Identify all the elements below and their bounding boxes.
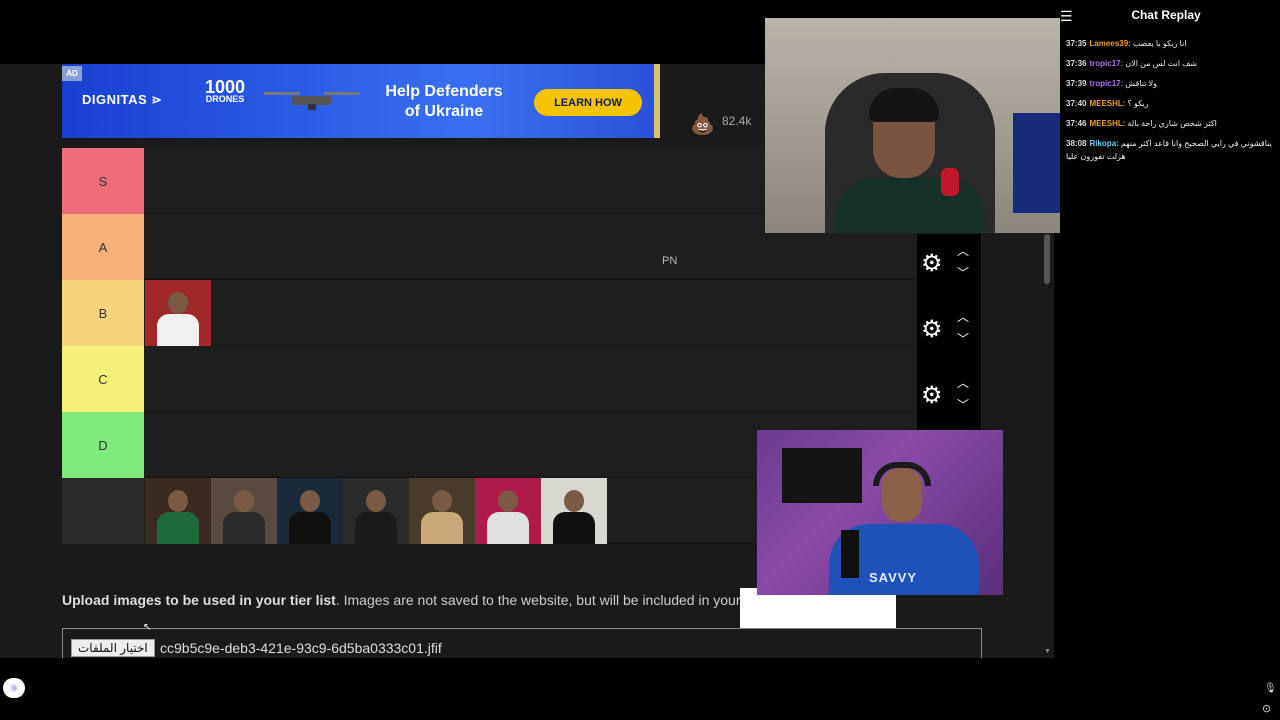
microphone — [841, 530, 859, 578]
tier-items — [145, 478, 607, 544]
tier-label[interactable]: B — [62, 280, 144, 346]
ad-headline: Help Defenders of Ukraine — [374, 82, 514, 122]
chat-message: 37:46 MEESHL: اكثر شخص شاري راحة بالة — [1066, 117, 1272, 130]
message-time: 38:08 — [1066, 139, 1087, 148]
tier-label[interactable]: S — [62, 148, 144, 214]
message-username[interactable]: MEESHL: — [1089, 99, 1125, 108]
message-time: 37:36 — [1066, 59, 1087, 68]
tier-image[interactable] — [145, 478, 211, 544]
selected-file-name: cc9b5c9e-deb3-421e-93c9-6d5ba0333c01.jfi… — [160, 640, 442, 656]
message-time: 37:46 — [1066, 119, 1087, 128]
chat-message: 37:40 MEESHL: ريكو ؟ — [1066, 97, 1272, 110]
message-time: 37:39 — [1066, 79, 1087, 88]
chat-message: 37:39 tropic17: ولا تناقش — [1066, 77, 1272, 90]
learn-how-button[interactable]: LEARN HOW — [534, 89, 642, 116]
upload-description: . Images are not saved to the website, b… — [335, 592, 741, 608]
message-text: ولا تناقش — [1125, 79, 1158, 88]
app-icon[interactable]: ⚛ — [3, 678, 25, 698]
message-username[interactable]: MEESHL: — [1089, 119, 1125, 128]
webcam-guest: SAVVY — [757, 430, 1003, 595]
chevron-up-icon[interactable]: ︿ — [957, 308, 969, 325]
tier-label[interactable]: C — [62, 346, 144, 412]
microphone — [941, 168, 959, 196]
upload-heading: Upload images to be used in your tier li… — [62, 592, 336, 608]
chevron-down-icon[interactable]: ﹀ — [957, 330, 969, 347]
ad-headline-line2: of Ukraine — [404, 103, 484, 120]
message-text: اكثر شخص شاري راحة بالة — [1127, 119, 1217, 128]
ad-brand-name: DIGNITAS — [82, 92, 148, 107]
chat-message: 37:35 Lamees39: انا ريكو يا يعصب — [1066, 37, 1272, 50]
chat-replay-panel: ☰ Chat Replay 37:35 Lamees39: انا ريكو يا … — [1060, 0, 1280, 720]
gear-icon[interactable]: ⚙ — [921, 384, 943, 408]
tier-row: B — [62, 280, 982, 346]
television — [782, 448, 862, 503]
scrollbar[interactable] — [1044, 234, 1050, 284]
overlay-text: PN — [662, 255, 678, 267]
tier-image[interactable] — [475, 478, 541, 544]
stream-frame: AD DIGNITAS ⋗ 1000 DRONES Help Defenders of… — [0, 0, 1280, 720]
tier-image[interactable] — [409, 478, 475, 544]
upload-instructions: Upload images to be used in your tier li… — [62, 592, 741, 608]
chevron-up-icon[interactable]: ︿ — [957, 374, 969, 391]
banner-flag — [1013, 113, 1060, 213]
headset-icon — [873, 462, 931, 486]
message-time: 37:35 — [1066, 39, 1087, 48]
settings-icon[interactable]: ⊙ — [1262, 702, 1271, 715]
tier-label[interactable] — [62, 478, 144, 544]
tier-image[interactable] — [277, 478, 343, 544]
poop-icon[interactable]: 💩 — [690, 112, 715, 137]
tier-control-c: ⚙ ︿ ﹀ — [917, 366, 981, 432]
message-time: 37:40 — [1066, 99, 1087, 108]
tier-image[interactable] — [541, 478, 607, 544]
ad-drones-logo: 1000 DRONES — [195, 78, 255, 104]
ad-brand: DIGNITAS ⋗ — [82, 92, 163, 108]
tier-row: C — [62, 346, 982, 412]
scroll-down-icon[interactable]: ▼ — [1044, 648, 1051, 655]
message-username[interactable]: tropic17: — [1089, 59, 1123, 68]
chat-message: 38:08 Rikopa: يناقشوني في رايي الصحيح وانا… — [1066, 137, 1272, 163]
chevron-down-icon[interactable]: ﹀ — [957, 264, 969, 281]
chevron-down-icon[interactable]: ﹀ — [957, 396, 969, 413]
tier-image[interactable] — [145, 280, 211, 346]
streamer-hair — [869, 88, 939, 122]
reaction-count: 82.4k — [722, 114, 752, 128]
message-text: ريكو ؟ — [1127, 99, 1149, 108]
tier-control-b: ⚙ ︿ ﹀ — [917, 300, 981, 366]
file-input[interactable]: اختيار الملفات cc9b5c9e-deb3-421e-93c9-6… — [62, 628, 982, 658]
mic-icon[interactable]: 🎙 — [1264, 683, 1277, 694]
message-text: شف انت لس من الان — [1125, 59, 1198, 68]
tier-controls: ⚙ ︿ ﹀ ⚙ ︿ ﹀ ⚙ ︿ ﹀ — [917, 234, 981, 434]
webcam-main — [765, 18, 1060, 233]
shirt-logo: SAVVY — [869, 570, 918, 585]
streamer-shirt — [835, 178, 985, 233]
mouse-cursor-icon: ↖ — [143, 622, 152, 633]
chat-message: 37:36 tropic17: شف انت لس من الان — [1066, 57, 1272, 70]
tier-control-a: ⚙ ︿ ﹀ — [917, 234, 981, 300]
choose-files-button[interactable]: اختيار الملفات — [71, 639, 155, 657]
tier-label[interactable]: A — [62, 214, 144, 280]
message-text: انا ريكو يا يعصب — [1132, 39, 1187, 48]
ad-tag: AD — [62, 66, 82, 81]
gear-icon[interactable]: ⚙ — [921, 252, 943, 276]
ad-banner[interactable]: AD DIGNITAS ⋗ 1000 DRONES Help Defenders of… — [62, 64, 660, 138]
tier-image[interactable] — [343, 478, 409, 544]
chat-title: Chat Replay — [1131, 8, 1201, 22]
gear-icon[interactable]: ⚙ — [921, 318, 943, 342]
brand-mark-icon: ⋗ — [151, 92, 163, 107]
message-username[interactable]: tropic17: — [1089, 79, 1123, 88]
chevron-up-icon[interactable]: ︿ — [957, 242, 969, 259]
tier-items — [145, 280, 211, 346]
ad-headline-line1: Help Defenders — [385, 83, 503, 100]
message-username[interactable]: Rikopa: — [1089, 139, 1118, 148]
drone-icon — [264, 92, 360, 110]
tier-image[interactable] — [211, 478, 277, 544]
tier-label[interactable]: D — [62, 412, 144, 478]
message-username[interactable]: Lamees39: — [1089, 39, 1130, 48]
chat-messages: 37:35 Lamees39: انا ريكو يا يعصب 37:36 tropi… — [1066, 37, 1272, 170]
